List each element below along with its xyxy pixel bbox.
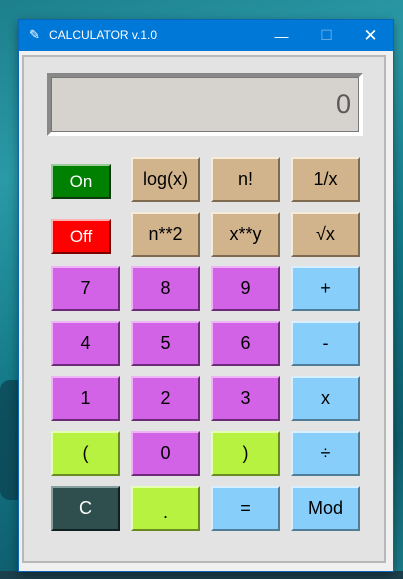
decimal-button[interactable]: .: [131, 486, 200, 531]
open-paren-button[interactable]: (: [51, 431, 120, 476]
digit-2-button[interactable]: 2: [131, 376, 200, 421]
app-feather-icon: ✎: [29, 27, 40, 42]
reciprocal-button[interactable]: 1/x: [291, 157, 360, 202]
maximize-button[interactable]: ☐: [304, 20, 349, 51]
multiply-button[interactable]: x: [291, 376, 360, 421]
taskbar: [0, 571, 403, 579]
digit-8-button[interactable]: 8: [131, 266, 200, 311]
digit-4-button[interactable]: 4: [51, 321, 120, 366]
digit-6-button[interactable]: 6: [211, 321, 280, 366]
digit-3-button[interactable]: 3: [211, 376, 280, 421]
equals-button[interactable]: =: [211, 486, 280, 531]
factorial-button[interactable]: n!: [211, 157, 280, 202]
digit-7-button[interactable]: 7: [51, 266, 120, 311]
maximize-icon: ☐: [320, 27, 333, 43]
result-display: 0: [47, 73, 363, 136]
clear-button[interactable]: C: [51, 486, 120, 531]
sqrt-button[interactable]: √x: [291, 212, 360, 257]
digit-1-button[interactable]: 1: [51, 376, 120, 421]
minus-button[interactable]: -: [291, 321, 360, 366]
title-bar[interactable]: ✎ CALCULATOR v.1.0 — ☐ ✕: [19, 20, 393, 51]
digit-9-button[interactable]: 9: [211, 266, 280, 311]
divide-button[interactable]: ÷: [291, 431, 360, 476]
plus-button[interactable]: +: [291, 266, 360, 311]
mod-button[interactable]: Mod: [291, 486, 360, 531]
on-button[interactable]: On: [51, 164, 111, 199]
minimize-icon: —: [274, 27, 289, 44]
digit-0-button[interactable]: 0: [131, 431, 200, 476]
digit-5-button[interactable]: 5: [131, 321, 200, 366]
window-title: CALCULATOR v.1.0: [49, 28, 158, 42]
close-icon: ✕: [363, 25, 378, 45]
minimize-button[interactable]: —: [259, 20, 304, 51]
power-button[interactable]: x**y: [211, 212, 280, 257]
off-button[interactable]: Off: [51, 219, 111, 254]
square-button[interactable]: n**2: [131, 212, 200, 257]
log-button[interactable]: log(x): [131, 157, 200, 202]
close-button[interactable]: ✕: [348, 20, 393, 51]
close-paren-button[interactable]: ): [211, 431, 280, 476]
